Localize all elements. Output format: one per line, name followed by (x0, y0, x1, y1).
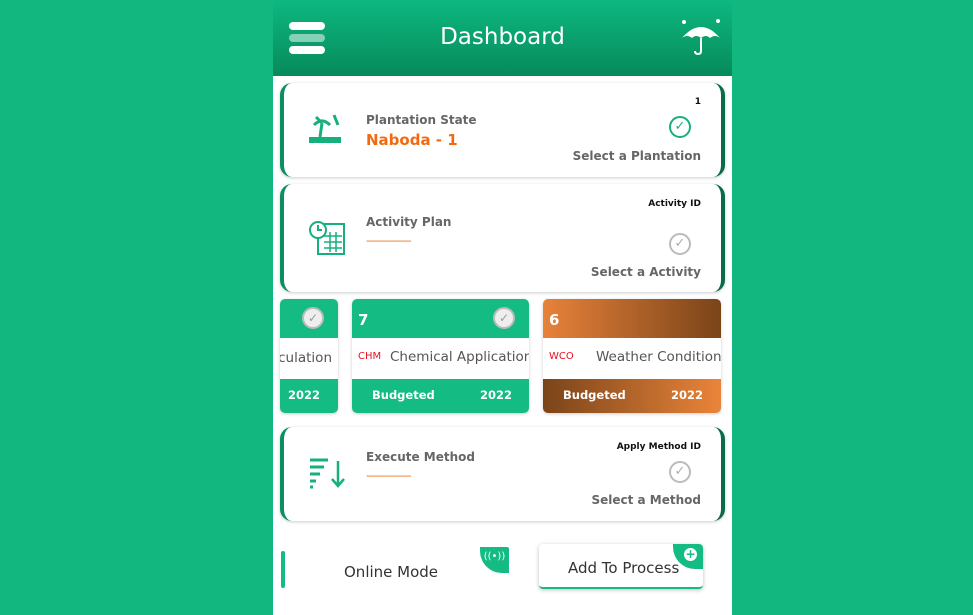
check-icon[interactable]: ✓ (493, 307, 515, 329)
add-to-process-button[interactable]: Add To Process + (539, 544, 703, 589)
tile-status: Budgeted (563, 388, 626, 402)
page-title: Dashboard (440, 24, 565, 50)
tile-code: WCO (549, 351, 574, 362)
check-icon[interactable]: ✓ (302, 307, 324, 329)
method-id-label: Apply Method ID (616, 442, 701, 452)
tile-year: 2022 (288, 388, 321, 402)
plantation-count: 1 (694, 97, 701, 107)
activity-label: Activity Plan (366, 215, 452, 229)
tile-year: 2022 (671, 388, 704, 402)
umbrella-rain-icon[interactable] (680, 16, 722, 56)
tile-name: Weather Condition (596, 349, 721, 365)
add-to-process-label: Add To Process (568, 559, 680, 577)
activity-card[interactable]: Activity Plan --------------- Activity I… (280, 184, 725, 292)
activity-tile[interactable]: ✓ oculation 2022 (280, 299, 338, 413)
activity-id-label: Activity ID (648, 199, 701, 209)
calendar-clock-icon (309, 221, 345, 255)
wifi-signal-icon[interactable]: ((•)) (480, 547, 509, 573)
tile-name: oculation (280, 350, 332, 366)
check-icon[interactable]: ✓ (669, 116, 691, 138)
palm-island-icon (309, 114, 341, 143)
check-icon[interactable]: ✓ (669, 233, 691, 255)
plantation-value: Naboda - 1 (366, 131, 458, 149)
select-method-link[interactable]: Select a Method (591, 493, 701, 507)
phone-screen: Dashboard Plantation State Naboda - 1 1 … (273, 0, 732, 615)
check-icon[interactable]: ✓ (669, 461, 691, 483)
tile-number: 7 (358, 311, 369, 329)
mode-indicator (281, 551, 285, 588)
plantation-card[interactable]: Plantation State Naboda - 1 1 ✓ Select a… (280, 83, 725, 177)
activity-tile[interactable]: 7 ✓ CHM Chemical Application Budgeted 2022 (352, 299, 529, 413)
select-activity-link[interactable]: Select a Activity (591, 265, 701, 279)
tile-name: Chemical Application (390, 349, 529, 365)
activity-value: --------------- (366, 234, 412, 247)
tile-number: 6 (549, 311, 560, 329)
tile-code: CHM (358, 351, 382, 362)
app-header: Dashboard (273, 0, 732, 76)
activity-tile[interactable]: 6 WCO Weather Condition Budgeted 2022 (543, 299, 721, 413)
plantation-label: Plantation State (366, 113, 477, 127)
method-value: --------------- (366, 469, 412, 482)
tile-year: 2022 (480, 388, 513, 402)
sort-descending-icon (310, 458, 345, 489)
method-card[interactable]: Execute Method --------------- Apply Met… (280, 427, 725, 521)
online-mode-label[interactable]: Online Mode (344, 563, 438, 581)
select-plantation-link[interactable]: Select a Plantation (573, 149, 701, 163)
tile-status: Budgeted (372, 388, 435, 402)
method-label: Execute Method (366, 450, 475, 464)
